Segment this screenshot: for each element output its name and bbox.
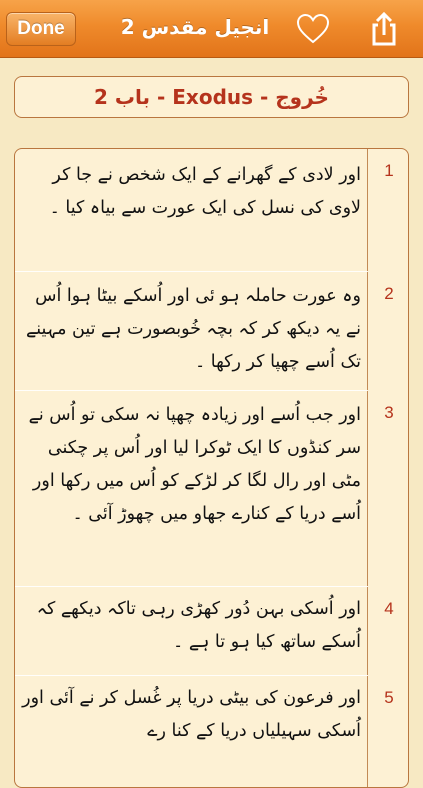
verse-text: وہ عورت حاملہ ہو ئی اور اُسکے بیٹا ہوا ا…: [26, 286, 361, 372]
verse-text: اور اُسکی بہن دُور کھڑی رہی تاکہ دیکھے ک…: [36, 599, 361, 652]
verse-row[interactable]: وہ عورت حاملہ ہو ئی اور اُسکے بیٹا ہوا ا…: [15, 272, 408, 390]
heart-outline-icon[interactable]: [296, 13, 330, 45]
verse-row[interactable]: اور اُسکی بہن دُور کھڑی رہی تاکہ دیکھے ک…: [15, 587, 408, 675]
verse-text: اور فرعون کی بیٹی دریا پر غُسل کر نے آئی…: [22, 688, 361, 741]
verse-number: 4: [384, 599, 394, 618]
chapter-title: خُروج - Exodus - باب 2: [94, 85, 329, 109]
verse-number: 1: [384, 161, 394, 180]
book-title: انجیل مقدس 2: [120, 15, 270, 39]
verse-row[interactable]: اور لادی کے گھرانے کے ایک شخص نے جا کر ل…: [15, 149, 408, 271]
verse-number: 2: [384, 284, 394, 303]
verse-text: اور لادی کے گھرانے کے ایک شخص نے جا کر ل…: [49, 165, 361, 218]
verse-number: 3: [384, 403, 394, 422]
verses-list[interactable]: اور لادی کے گھرانے کے ایک شخص نے جا کر ل…: [14, 148, 409, 788]
verse-row[interactable]: اور فرعون کی بیٹی دریا پر غُسل کر نے آئی…: [15, 676, 408, 787]
share-icon[interactable]: [366, 11, 402, 47]
navigation-bar: Done انجیل مقدس 2: [0, 0, 423, 58]
chapter-heading: خُروج - Exodus - باب 2: [14, 76, 409, 118]
verse-text: اور جب اُسے اور زیادہ چھپا نہ سکی تو اُس…: [28, 405, 361, 524]
done-button[interactable]: Done: [6, 12, 76, 46]
verse-number: 5: [384, 688, 394, 707]
verse-row[interactable]: اور جب اُسے اور زیادہ چھپا نہ سکی تو اُس…: [15, 391, 408, 586]
